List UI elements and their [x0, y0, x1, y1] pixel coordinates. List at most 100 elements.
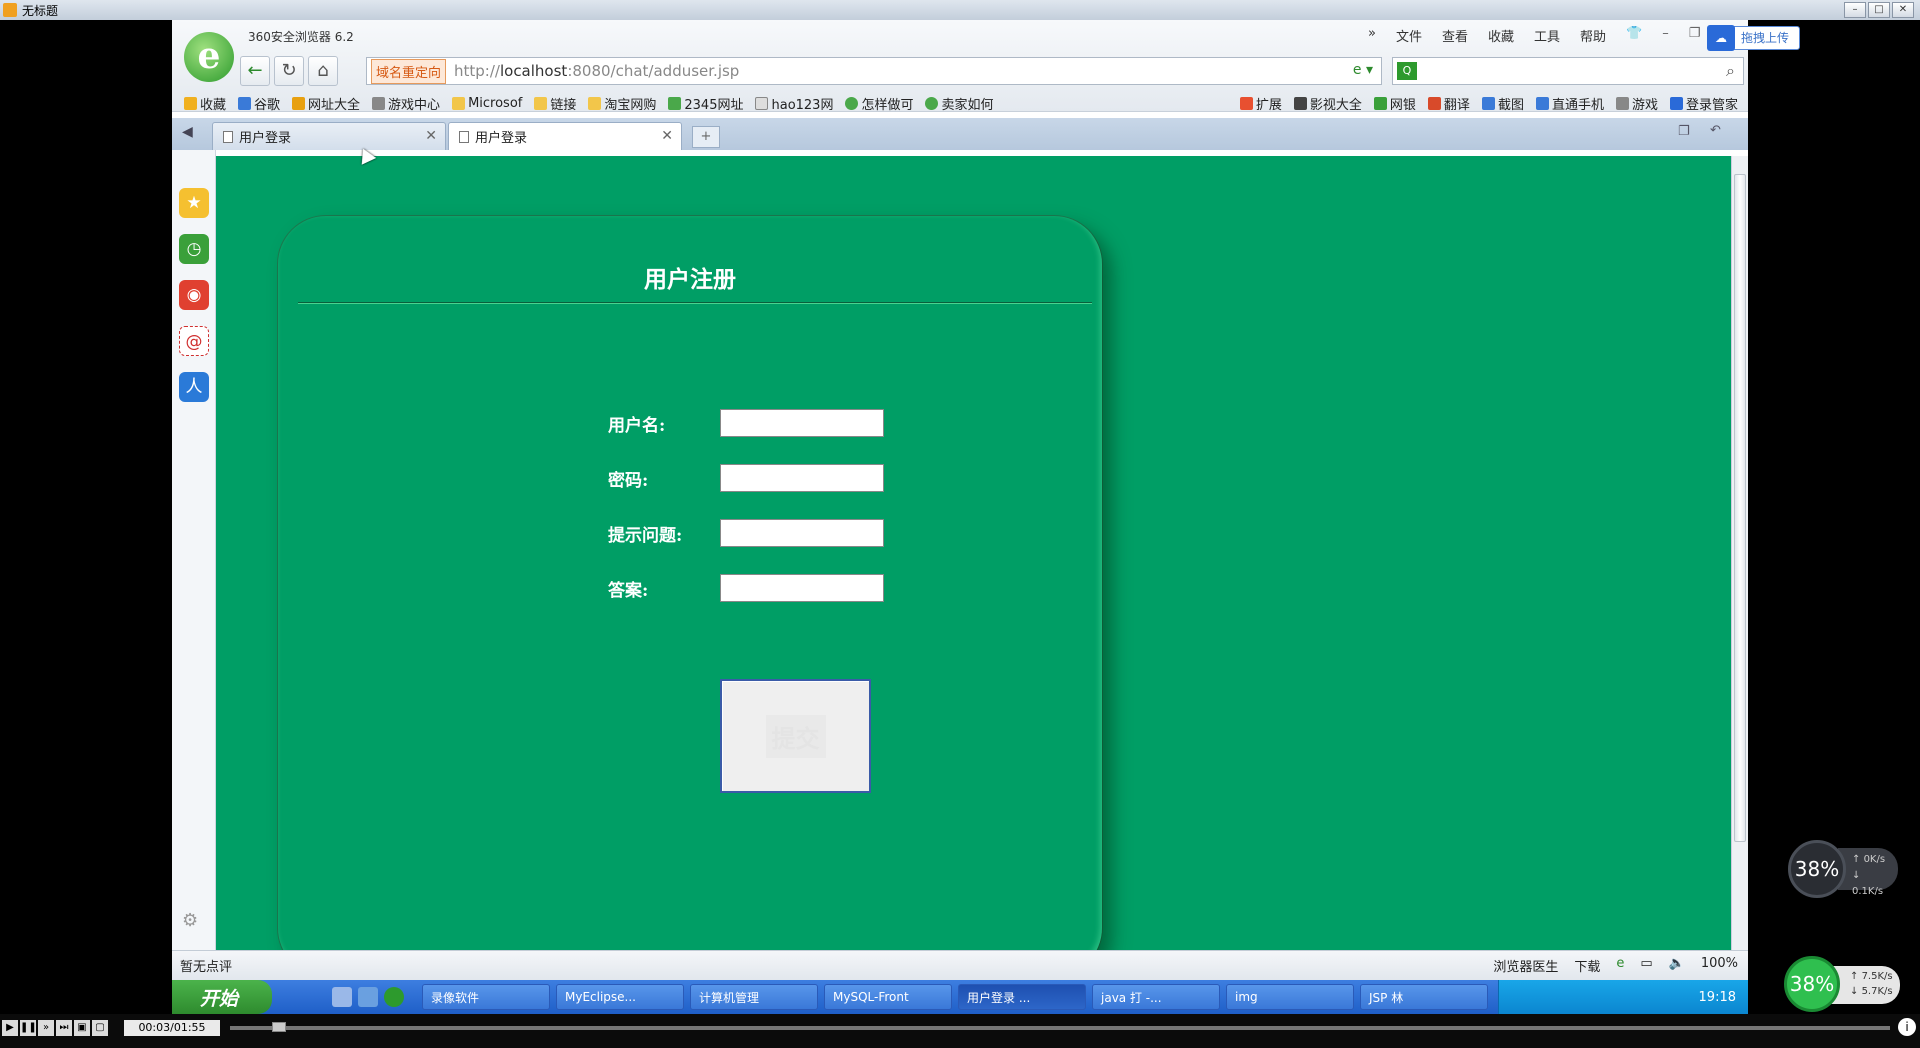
system-tray: 19:18: [1498, 980, 1748, 1014]
ie-icon[interactable]: e: [1616, 956, 1624, 975]
address-url[interactable]: http://localhost:8080/chat/adduser.jsp: [454, 62, 739, 80]
email-icon[interactable]: @: [179, 326, 209, 356]
window-icon[interactable]: ▭: [1640, 956, 1652, 975]
answer-label: 答案:: [608, 580, 649, 601]
maximize-button[interactable]: □: [1868, 2, 1890, 18]
seek-knob[interactable]: [272, 1022, 286, 1032]
fav-item[interactable]: 2345网址: [668, 94, 743, 113]
browser-logo-icon[interactable]: e: [184, 32, 234, 82]
seek-track[interactable]: [230, 1026, 1890, 1030]
weibo-icon[interactable]: ◉: [179, 280, 209, 310]
fav-item[interactable]: 淘宝网购: [588, 94, 656, 113]
menu-view[interactable]: 查看: [1442, 26, 1468, 45]
submit-label: 提交: [765, 714, 826, 758]
username-field[interactable]: [720, 409, 884, 437]
fav-item[interactable]: hao123网: [755, 94, 833, 113]
fav-item[interactable]: 游戏中心: [372, 94, 440, 113]
fullscreen-icon[interactable]: ▢: [92, 1020, 108, 1036]
ie-mode-icon[interactable]: e ▾: [1353, 62, 1373, 78]
taskbar-item-active[interactable]: 用户登录 ...: [958, 984, 1086, 1010]
ext-item[interactable]: 游戏: [1615, 94, 1658, 113]
ext-item[interactable]: 网银: [1373, 94, 1416, 113]
skin-icon[interactable]: 👕: [1626, 26, 1642, 45]
question-field[interactable]: [720, 519, 884, 547]
ext-item[interactable]: 扩展: [1239, 94, 1282, 113]
browser-doctor-button[interactable]: 浏览器医生: [1493, 956, 1558, 975]
taskbar-item[interactable]: MySQL-Front: [824, 984, 952, 1010]
fav-item[interactable]: 收藏: [184, 94, 226, 113]
fav-item[interactable]: 卖家如何: [925, 94, 994, 113]
address-bar[interactable]: 域名重定向 http://localhost:8080/chat/adduser…: [366, 57, 1382, 85]
fav-item[interactable]: 谷歌: [238, 94, 280, 113]
tab-close-icon[interactable]: ✕: [661, 128, 673, 144]
home-button[interactable]: ⌂: [308, 56, 338, 86]
quicklaunch-icon[interactable]: [358, 987, 378, 1007]
rating-status[interactable]: 暂无点评: [180, 956, 232, 975]
browser-app-title: 360安全浏览器 6.2: [248, 30, 354, 44]
next-icon[interactable]: ⏭: [56, 1020, 72, 1036]
quicklaunch-icon[interactable]: [384, 987, 404, 1007]
taskbar-item[interactable]: 计算机管理: [690, 984, 818, 1010]
info-icon[interactable]: i: [1898, 1018, 1916, 1036]
renren-icon[interactable]: 人: [179, 372, 209, 402]
browser-restore-button[interactable]: ❐: [1689, 26, 1701, 45]
tab-user-login-1[interactable]: 用户登录 ✕: [212, 122, 446, 150]
ext-item[interactable]: 翻译: [1427, 94, 1470, 113]
tray-clock[interactable]: 19:18: [1699, 990, 1736, 1005]
answer-field[interactable]: [720, 574, 884, 602]
ext-item[interactable]: 直通手机: [1535, 94, 1604, 113]
undo-close-icon[interactable]: ↶: [1710, 123, 1721, 138]
search-engine-icon[interactable]: Q: [1397, 62, 1417, 80]
browser-minimize-button[interactable]: –: [1662, 26, 1669, 45]
tab-close-icon[interactable]: ✕: [425, 128, 437, 144]
menu-favorites[interactable]: 收藏: [1488, 26, 1514, 45]
refresh-button[interactable]: ↻: [274, 56, 304, 86]
search-input[interactable]: Q ⌕: [1392, 57, 1744, 85]
upload-button[interactable]: ☁ 拖拽上传: [1707, 25, 1800, 51]
volume-icon[interactable]: 🔈: [1669, 956, 1685, 975]
redirect-badge[interactable]: 域名重定向: [371, 58, 447, 84]
fav-item[interactable]: 链接: [534, 94, 576, 113]
close-button[interactable]: ✕: [1892, 2, 1914, 18]
menu-tools[interactable]: 工具: [1534, 26, 1560, 45]
new-tab-button[interactable]: +: [692, 126, 720, 148]
ext-item[interactable]: 影视大全: [1293, 94, 1362, 113]
cpu-gauge[interactable]: 38%: [1788, 840, 1846, 898]
zoom-level[interactable]: 100%: [1701, 956, 1738, 975]
fit-icon[interactable]: ▣: [74, 1020, 90, 1036]
clock-icon[interactable]: ◷: [179, 234, 209, 264]
fav-item[interactable]: Microsof: [452, 96, 522, 111]
taskbar-item[interactable]: 录像软件: [422, 984, 550, 1010]
title-divider: [298, 302, 1092, 304]
tab-user-login-2[interactable]: 用户登录 ✕: [448, 122, 682, 150]
submit-button[interactable]: 提交: [720, 679, 871, 793]
ext-item[interactable]: 截图: [1481, 94, 1524, 113]
fast-forward-icon[interactable]: »: [38, 1020, 54, 1036]
download-button[interactable]: 下载: [1574, 956, 1600, 975]
play-icon[interactable]: ▶: [2, 1020, 18, 1036]
search-icon[interactable]: ⌕: [1726, 61, 1735, 81]
cpu-gauge[interactable]: 38%: [1784, 956, 1840, 1012]
password-field[interactable]: [720, 464, 884, 492]
pause-icon[interactable]: ❚❚: [20, 1020, 37, 1036]
taskbar-item[interactable]: java 打 -...: [1092, 984, 1220, 1010]
menu-help[interactable]: 帮助: [1580, 26, 1606, 45]
tab-list-icon[interactable]: ❐: [1678, 124, 1690, 139]
menu-more[interactable]: »: [1368, 26, 1376, 45]
fav-item[interactable]: 网址大全: [292, 94, 360, 113]
quicklaunch-icon[interactable]: [332, 987, 352, 1007]
back-button[interactable]: ←: [240, 56, 270, 86]
sidebar-toggle-icon[interactable]: ◀: [182, 124, 193, 140]
scroll-thumb[interactable]: [1734, 174, 1746, 842]
taskbar-item[interactable]: img: [1226, 984, 1354, 1010]
menu-file[interactable]: 文件: [1396, 26, 1422, 45]
taskbar-item[interactable]: JSP 林: [1360, 984, 1488, 1010]
start-button[interactable]: 开始: [172, 980, 272, 1014]
gear-icon[interactable]: ⚙: [182, 910, 198, 931]
vertical-scrollbar[interactable]: [1731, 156, 1748, 950]
minimize-button[interactable]: –: [1844, 2, 1866, 18]
star-icon[interactable]: ★: [179, 188, 209, 218]
ext-item[interactable]: 登录管家: [1669, 94, 1738, 113]
taskbar-item[interactable]: MyEclipse...: [556, 984, 684, 1010]
fav-item[interactable]: 怎样做可: [845, 94, 913, 113]
